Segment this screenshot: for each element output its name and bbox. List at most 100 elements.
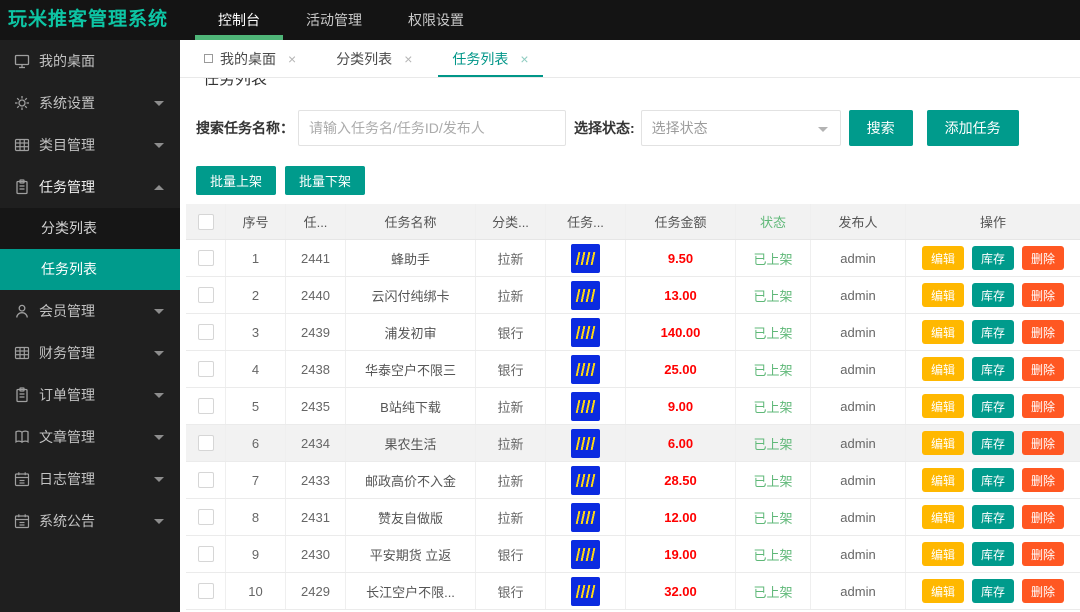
topnav-item-activity[interactable]: 活动管理 (283, 0, 385, 40)
close-icon[interactable]: × (288, 51, 296, 67)
search-input[interactable] (298, 110, 566, 146)
row-task-id: 2434 (286, 425, 346, 461)
edit-button[interactable]: 编辑 (921, 431, 964, 455)
row-publisher: admin (811, 314, 906, 350)
task-thumbnail-image[interactable] (571, 428, 600, 458)
row-amount: 13.00 (626, 277, 736, 313)
thumbnail-text-marks (575, 399, 596, 413)
stock-button[interactable]: 库存 (971, 246, 1014, 270)
sidebar-item-announcement[interactable]: 系统公告 (0, 500, 180, 542)
header-publisher: 发布人 (811, 204, 906, 239)
row-checkbox[interactable] (197, 435, 214, 451)
delete-button[interactable]: 删除 (1022, 394, 1065, 418)
sidebar-subitem-task-list[interactable]: 任务列表 (0, 249, 180, 290)
sidebar-item-label: 类目管理 (39, 137, 95, 153)
delete-button[interactable]: 删除 (1022, 579, 1065, 603)
table-row: 1 2441 蜂助手 拉新 9.50 已上架 admin 编辑 库存 删除 (186, 240, 1080, 277)
row-checkbox[interactable] (197, 287, 214, 303)
tab-category-list[interactable]: 分类列表 × (322, 40, 426, 77)
sidebar-item-system-settings[interactable]: 系统设置 (0, 82, 180, 124)
sidebar-item-desktop[interactable]: 我的桌面 (0, 40, 180, 82)
stock-button[interactable]: 库存 (971, 431, 1014, 455)
row-checkbox[interactable] (197, 583, 214, 599)
sidebar-item-finance[interactable]: 财务管理 (0, 332, 180, 374)
task-thumbnail-image[interactable] (571, 465, 600, 495)
sidebar-item-article[interactable]: 文章管理 (0, 416, 180, 458)
page-title: 任务列表 (203, 78, 268, 88)
delete-button[interactable]: 删除 (1022, 468, 1065, 492)
delete-button[interactable]: 删除 (1022, 320, 1065, 344)
row-checkbox[interactable] (197, 361, 214, 377)
chevron-down-icon (154, 351, 164, 356)
sidebar-item-category[interactable]: 类目管理 (0, 124, 180, 166)
stock-button[interactable]: 库存 (971, 468, 1014, 492)
delete-button[interactable]: 删除 (1022, 505, 1065, 529)
edit-button[interactable]: 编辑 (921, 579, 964, 603)
row-index: 3 (226, 314, 286, 350)
delete-button[interactable]: 删除 (1022, 246, 1065, 270)
topnav-item-permission[interactable]: 权限设置 (385, 0, 487, 40)
thumbnail-text-marks (575, 325, 596, 339)
tab-task-list[interactable]: 任务列表 × (438, 40, 543, 77)
task-thumbnail-image[interactable] (571, 502, 600, 532)
stock-button[interactable]: 库存 (971, 320, 1014, 344)
delete-button[interactable]: 删除 (1022, 283, 1065, 307)
row-checkbox[interactable] (197, 509, 214, 525)
row-task-id: 2431 (286, 499, 346, 535)
sidebar-subitem-category-list[interactable]: 分类列表 (0, 208, 180, 249)
tab-my-desktop[interactable]: 我的桌面 × (190, 40, 310, 77)
task-table: 序号 任... 任务名称 分类... 任务... 任务金额 状态 发布人 操作 … (186, 204, 1080, 610)
task-thumbnail-image[interactable] (571, 354, 600, 384)
chevron-down-icon (154, 477, 164, 482)
edit-button[interactable]: 编辑 (921, 246, 964, 270)
delete-button[interactable]: 删除 (1022, 431, 1065, 455)
row-checkbox[interactable] (197, 250, 214, 266)
row-checkbox[interactable] (197, 398, 214, 414)
row-category: 拉新 (476, 277, 546, 313)
sidebar-item-member[interactable]: 会员管理 (0, 290, 180, 332)
delete-button[interactable]: 删除 (1022, 542, 1065, 566)
task-thumbnail-image[interactable] (571, 576, 600, 606)
add-task-button[interactable]: 添加任务 (926, 110, 1019, 146)
stock-button[interactable]: 库存 (971, 579, 1014, 603)
row-checkbox[interactable] (197, 472, 214, 488)
delete-button[interactable]: 删除 (1022, 357, 1065, 381)
status-select[interactable]: 选择状态 (640, 110, 841, 146)
task-thumbnail-image[interactable] (571, 539, 600, 569)
stock-button[interactable]: 库存 (971, 357, 1014, 381)
row-actions: 编辑 库存 删除 (906, 388, 1080, 424)
edit-button[interactable]: 编辑 (921, 320, 964, 344)
task-thumbnail-image[interactable] (571, 243, 600, 273)
edit-button[interactable]: 编辑 (921, 542, 964, 566)
select-all-checkbox[interactable] (197, 213, 214, 230)
close-icon[interactable]: × (520, 51, 528, 67)
row-checkbox[interactable] (197, 324, 214, 340)
sidebar-item-order[interactable]: 订单管理 (0, 374, 180, 416)
header-amount: 任务金额 (626, 204, 736, 239)
task-thumbnail-image[interactable] (571, 391, 600, 421)
sidebar-item-task[interactable]: 任务管理 (0, 166, 180, 208)
edit-button[interactable]: 编辑 (921, 468, 964, 492)
row-status-badge: 已上架 (736, 462, 811, 498)
sidebar-item-label: 财务管理 (39, 345, 95, 361)
edit-button[interactable]: 编辑 (921, 394, 964, 418)
task-thumbnail-image[interactable] (571, 317, 600, 347)
batch-on-button[interactable]: 批量上架 (196, 166, 277, 195)
row-publisher: admin (811, 499, 906, 535)
edit-button[interactable]: 编辑 (921, 505, 964, 529)
edit-button[interactable]: 编辑 (921, 357, 964, 381)
search-button[interactable]: 搜索 (848, 110, 913, 146)
sidebar-item-log[interactable]: 日志管理 (0, 458, 180, 500)
batch-off-button[interactable]: 批量下架 (285, 166, 366, 195)
row-checkbox[interactable] (197, 546, 214, 562)
task-thumbnail-image[interactable] (571, 280, 600, 310)
stock-button[interactable]: 库存 (971, 394, 1014, 418)
edit-button[interactable]: 编辑 (921, 283, 964, 307)
chevron-down-icon (154, 393, 164, 398)
stock-button[interactable]: 库存 (971, 505, 1014, 529)
stock-button[interactable]: 库存 (971, 283, 1014, 307)
stock-button[interactable]: 库存 (971, 542, 1014, 566)
close-icon[interactable]: × (404, 51, 412, 67)
row-category: 银行 (476, 314, 546, 350)
topnav-item-console[interactable]: 控制台 (195, 0, 283, 40)
